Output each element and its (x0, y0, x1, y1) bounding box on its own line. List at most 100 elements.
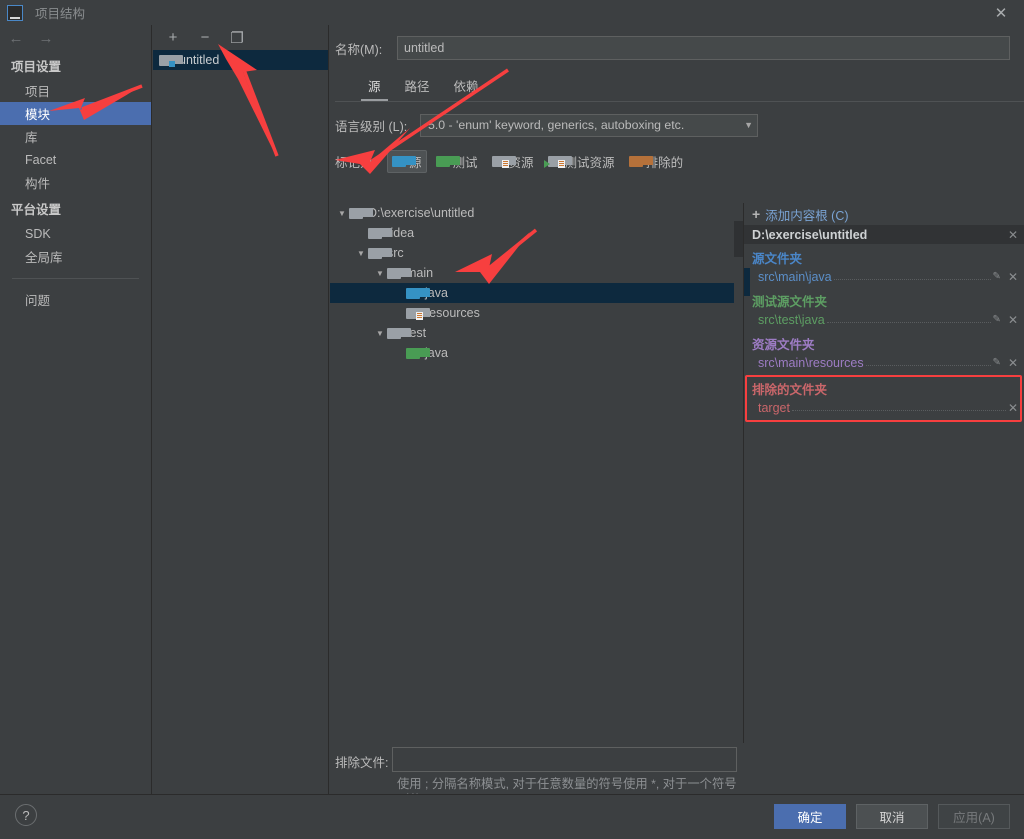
source-folder-entry[interactable]: src\main\java ✎ ✕ (744, 267, 1024, 286)
module-name-input[interactable]: untitled (397, 36, 1010, 60)
edit-pencil-icon[interactable]: ✎ (993, 314, 1001, 325)
content-root-selection-marker (744, 268, 750, 296)
chevron-down-icon[interactable]: ▼ (335, 209, 349, 218)
add-content-root-button[interactable]: + 添加内容根 (C) (744, 203, 1024, 225)
tree-row[interactable]: resources (330, 303, 743, 323)
mark-as-resources-button[interactable]: 资源 (487, 150, 539, 173)
sidebar-item-label: 问题 (25, 294, 51, 308)
remove-folder-icon[interactable]: ✕ (1008, 356, 1018, 370)
mark-as-tests-button[interactable]: 测试 (431, 150, 483, 173)
cancel-button[interactable]: 取消 (856, 804, 928, 829)
tree-row[interactable]: ▼ D:\exercise\untitled (330, 203, 743, 223)
test-source-folders-label: 测试源文件夹 (752, 295, 828, 309)
module-name-field-label: 名称(M): (335, 42, 383, 57)
chevron-down-icon[interactable]: ▼ (373, 269, 387, 278)
sidebar-group-project-settings: 项目设置 (11, 60, 62, 74)
sidebar-item-modules[interactable]: 模块 (0, 102, 151, 125)
language-level-value: 5.0 - 'enum' keyword, generics, autoboxi… (428, 118, 685, 132)
module-settings-panel: 名称(M): untitled 源 路径 依赖 语言级别 (L): 5.0 - … (330, 25, 1024, 807)
remove-content-root-icon[interactable]: ✕ (1008, 228, 1018, 242)
apply-button[interactable]: 应用(A) (938, 804, 1010, 829)
module-folder-icon (159, 54, 183, 67)
modules-toolbar: + − ❐ (153, 25, 328, 50)
source-folder-path: src\main\java (758, 269, 832, 284)
mark-as-test-resources-label: 测试资源 (564, 155, 615, 170)
tree-row[interactable]: ▼ src (330, 243, 743, 263)
mark-as-test-resources-button[interactable]: 测试资源 (543, 150, 620, 173)
tree-row[interactable]: java (330, 343, 743, 363)
content-root-path: D:\exercise\untitled (752, 227, 868, 242)
language-level-label: 语言级别 (L): (335, 119, 408, 134)
tree-row[interactable]: java (330, 283, 743, 303)
help-button[interactable]: ? (15, 804, 37, 826)
modules-list-panel: + − ❐ untitled (153, 25, 329, 794)
tree-scrollbar[interactable] (734, 203, 743, 743)
remove-module-icon[interactable]: − (197, 29, 213, 46)
sidebar-item-global-libraries[interactable]: 全局库 (0, 245, 151, 268)
exclude-files-input[interactable] (392, 747, 737, 772)
dotted-leader (865, 355, 991, 366)
language-level-select[interactable]: 5.0 - 'enum' keyword, generics, autoboxi… (420, 113, 758, 137)
test-source-folder-entry[interactable]: src\test\java ✎ ✕ (744, 310, 1024, 329)
sidebar-item-artifacts[interactable]: 构件 (0, 171, 151, 194)
back-arrow-icon[interactable]: ← (8, 30, 24, 47)
sidebar-item-label: 构件 (25, 177, 51, 191)
sidebar-divider (12, 278, 139, 279)
dotted-leader (826, 312, 991, 323)
tree-row[interactable]: .idea (330, 223, 743, 243)
resource-folders-section: 资源文件夹 src\main\resources ✎ ✕ (744, 330, 1024, 373)
sidebar-group-platform-settings: 平台设置 (11, 203, 62, 217)
tree-row[interactable]: ▼ main (330, 263, 743, 283)
sidebar-item-label: 全局库 (25, 251, 63, 265)
edit-pencil-icon[interactable]: ✎ (993, 357, 1001, 368)
folder-blue-icon (392, 155, 416, 167)
sidebar-item-sdks[interactable]: SDK (0, 222, 151, 245)
remove-folder-icon[interactable]: ✕ (1008, 401, 1018, 415)
module-name-label: untitled (179, 53, 220, 67)
tab-paths[interactable]: 路径 (393, 73, 442, 101)
content-root-header: D:\exercise\untitled ✕ (744, 225, 1024, 244)
mark-as-label: 标记为: (335, 155, 376, 170)
sidebar-item-label: Facet (25, 152, 57, 167)
mark-as-toolbar: 标记为: 源 测试 资源 (335, 149, 1024, 173)
dotted-leader (833, 269, 991, 280)
resource-folder-entry[interactable]: src\main\resources ✎ ✕ (744, 353, 1024, 372)
sidebar-item-problems[interactable]: 问题 (0, 288, 151, 311)
sidebar-item-label: SDK (25, 226, 51, 241)
folder-gray-icon (387, 327, 411, 339)
sidebar-item-facets[interactable]: Facet (0, 148, 151, 171)
tree-node-label: resources (425, 306, 480, 320)
sidebar-item-libraries[interactable]: 库 (0, 125, 151, 148)
module-list-item[interactable]: untitled (153, 50, 328, 70)
folder-blue-icon (406, 287, 430, 299)
close-icon[interactable]: ✕ (978, 0, 1024, 25)
tree-row[interactable]: ▼ test (330, 323, 743, 343)
chevron-down-icon: ▼ (744, 120, 753, 130)
directory-tree: ▼ D:\exercise\untitled .idea ▼ src ▼ mai… (330, 203, 744, 743)
tab-dependencies[interactable]: 依赖 (442, 73, 491, 101)
tab-sources[interactable]: 源 (356, 73, 393, 101)
resource-folders-label: 资源文件夹 (752, 338, 815, 352)
tree-scrollbar-thumb[interactable] (734, 221, 743, 257)
folder-orange-icon (628, 155, 653, 167)
mark-as-excluded-button[interactable]: 排除的 (624, 150, 689, 173)
folder-resources-icon (491, 155, 516, 168)
ok-button[interactable]: 确定 (774, 804, 846, 829)
forward-arrow-icon[interactable]: → (38, 30, 54, 47)
mark-as-sources-button[interactable]: 源 (387, 149, 427, 173)
copy-module-icon[interactable]: ❐ (229, 30, 245, 47)
window-titlebar: 项目结构 ✕ (0, 0, 1024, 25)
intellij-logo-icon (7, 4, 23, 21)
add-module-icon[interactable]: + (165, 29, 181, 46)
sidebar-item-project[interactable]: 项目 (0, 79, 151, 102)
chevron-down-icon[interactable]: ▼ (354, 249, 368, 258)
edit-pencil-icon[interactable]: ✎ (993, 271, 1001, 282)
remove-folder-icon[interactable]: ✕ (1008, 313, 1018, 327)
sidebar-item-label: 模块 (25, 108, 51, 122)
exclude-files-label: 排除文件: (335, 756, 389, 770)
sidebar-item-label: 项目 (25, 85, 51, 99)
chevron-down-icon[interactable]: ▼ (373, 329, 387, 338)
remove-folder-icon[interactable]: ✕ (1008, 270, 1018, 284)
excluded-folder-entry[interactable]: target ✕ (744, 398, 1024, 417)
language-level-row: 语言级别 (L): 5.0 - 'enum' keyword, generics… (335, 113, 1024, 137)
